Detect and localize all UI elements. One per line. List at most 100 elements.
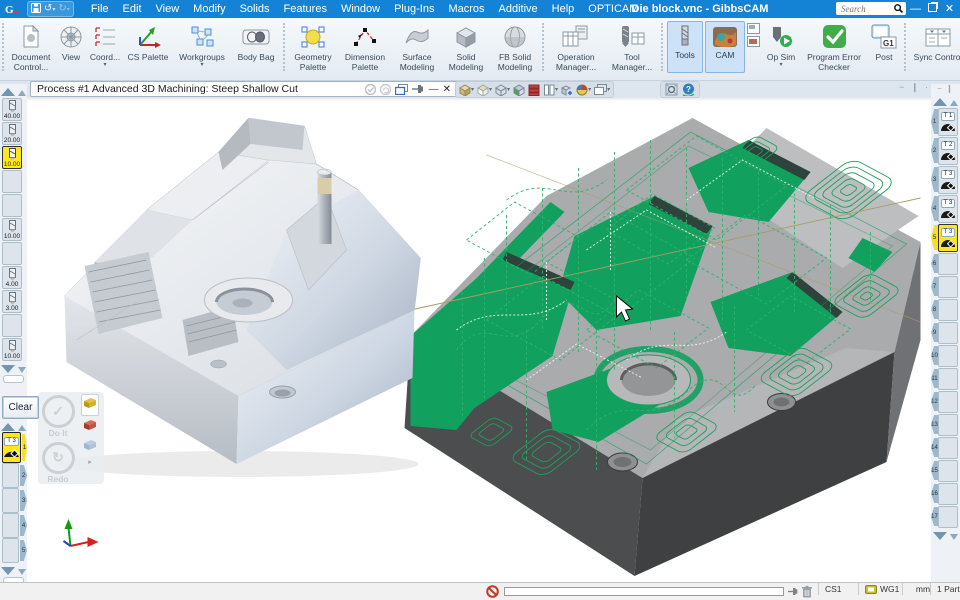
undo-button[interactable]: ↺▾ [44, 4, 55, 14]
process-scroll-down-button[interactable] [1, 567, 15, 575]
solid-modeling-button[interactable]: Solid Modeling [442, 18, 490, 72]
tool-item-2[interactable]: 20.00 [2, 122, 22, 145]
wireframe-icon[interactable]: ▾ [495, 84, 510, 96]
process-tab-4[interactable]: 4 [20, 515, 27, 536]
op-tab-2[interactable]: 2 [931, 138, 938, 163]
tool-item-3-selected[interactable]: 10.00 [2, 146, 22, 169]
save-icon[interactable] [31, 3, 41, 16]
process-scroll-bottom-button[interactable] [18, 569, 26, 575]
tools-scroll-up-button[interactable] [1, 88, 15, 96]
facet-view-icon[interactable] [513, 84, 525, 96]
ops-scroll-top-button[interactable] [950, 100, 958, 106]
collapse-icon[interactable]: — [429, 84, 439, 95]
ops-scroll-down-button[interactable] [933, 532, 947, 540]
workspace-window-controls[interactable]: − ❙ · [899, 82, 930, 93]
tool-item-5[interactable] [2, 194, 22, 217]
marker-yellow-icon[interactable] [81, 394, 99, 416]
op-tab-11[interactable]: 11 [931, 369, 938, 388]
search-input[interactable] [839, 2, 885, 15]
op-tab-4[interactable]: 4 [931, 196, 938, 221]
clear-button[interactable]: Clear [2, 396, 39, 419]
marker-blue-icon[interactable] [83, 438, 97, 456]
process-item-1-selected[interactable]: T 3 [2, 432, 21, 463]
process-tab-2[interactable]: 2 [20, 465, 27, 486]
trash-icon[interactable] [801, 583, 813, 599]
tool-item-4[interactable] [2, 170, 22, 193]
marker-red-icon[interactable] [83, 418, 97, 436]
redo-button-viewport[interactable]: ↻ [42, 442, 75, 475]
op-tab-6[interactable]: 6 [931, 254, 938, 273]
geometry-palette-button[interactable]: Geometry Palette [288, 18, 338, 72]
operation-item-12[interactable] [938, 391, 958, 413]
menu-solids[interactable]: Solids [233, 0, 277, 18]
tool-item-9[interactable]: 3.00 [2, 290, 22, 313]
split-columns-icon[interactable]: ▾ [543, 84, 558, 96]
coord-button[interactable]: Coord... ▾ [87, 18, 123, 67]
operation-item-15[interactable] [938, 460, 958, 482]
document-control-button[interactable]: Document Control... [7, 18, 55, 72]
tools-scroll-bottom-button[interactable] [18, 367, 26, 373]
interrupt-icon[interactable] [486, 583, 499, 599]
pin-status-icon[interactable] [788, 583, 799, 599]
accept-icon[interactable] [365, 84, 376, 95]
op-sim-button[interactable]: Op Sim ▾ [760, 18, 802, 67]
chevron-down-icon[interactable]: ▾ [779, 63, 782, 67]
cam-flyout-1-icon[interactable] [747, 23, 760, 34]
view-button[interactable]: View [55, 18, 87, 63]
operation-item-5-selected[interactable]: T 3 [938, 224, 958, 252]
operation-item-1[interactable]: T 1 [938, 108, 958, 136]
cam-flyout-2-icon[interactable] [747, 36, 760, 47]
layers-icon[interactable] [528, 84, 540, 96]
zoom-fit-icon[interactable] [665, 83, 678, 96]
restore-button[interactable] [924, 0, 941, 18]
render-sphere-icon[interactable]: ▾ [576, 84, 591, 96]
operation-item-17[interactable] [938, 506, 958, 528]
process-tab-3[interactable]: 3 [20, 490, 27, 511]
operation-item-8[interactable] [938, 299, 958, 321]
tools-scroll-down-button[interactable] [1, 365, 15, 373]
cam-button[interactable]: CAM [705, 21, 745, 73]
cs-palette-button[interactable]: CS Palette [123, 18, 173, 63]
surface-modeling-button[interactable]: Surface Modeling [392, 18, 442, 72]
operation-item-4[interactable]: T 3 [938, 195, 958, 223]
op-tab-8[interactable]: 8 [931, 300, 938, 319]
dimension-palette-button[interactable]: Dimension Palette [338, 18, 392, 72]
op-tab-7[interactable]: 7 [931, 277, 938, 296]
viewport-canvas[interactable] [0, 97, 960, 583]
operation-item-2[interactable]: T 2 [938, 137, 958, 165]
ops-scroll-up-button[interactable] [933, 98, 947, 106]
menu-macros[interactable]: Macros [441, 0, 491, 18]
menu-features[interactable]: Features [277, 0, 334, 18]
chevron-down-icon[interactable]: ▾ [103, 63, 106, 67]
tool-item-8[interactable]: 4.00 [2, 266, 22, 289]
op-tab-14[interactable]: 14 [931, 438, 938, 457]
coordinate-system-indicator[interactable]: CS1 [818, 583, 861, 595]
close-process-icon[interactable]: ✕ [443, 84, 451, 95]
tools-scrollbar[interactable] [3, 375, 24, 383]
process-item-4[interactable] [2, 513, 19, 538]
face-shading-icon[interactable]: ▾ [477, 84, 492, 96]
do-it-button[interactable]: ✓ [42, 395, 75, 428]
tool-item-10[interactable] [2, 314, 22, 337]
process-item-2[interactable] [2, 463, 19, 488]
shading-mode-icon[interactable]: ▾ [459, 84, 474, 96]
operation-item-16[interactable] [938, 483, 958, 505]
operation-item-7[interactable] [938, 276, 958, 298]
chevron-down-icon[interactable]: ▾ [200, 63, 203, 67]
window-arrange-icon[interactable]: ▾ [594, 84, 610, 95]
tool-manager-button[interactable]: Tool Manager... [605, 18, 659, 72]
op-tab-16[interactable]: 16 [931, 484, 938, 503]
menu-additive[interactable]: Additive [492, 0, 545, 18]
post-button[interactable]: G1 Post [866, 18, 902, 63]
help-icon[interactable]: ? [682, 83, 695, 96]
sync-control-button[interactable]: Sync Control [909, 18, 960, 63]
search-icon[interactable] [894, 4, 903, 13]
new-window-icon[interactable] [395, 84, 408, 95]
process-title-box[interactable]: Process #1 Advanced 3D Machining: Steep … [30, 81, 458, 97]
redo-button[interactable]: ↻▾ [58, 4, 69, 14]
menu-window[interactable]: Window [334, 0, 387, 18]
op-tab-10[interactable]: 10 [931, 346, 938, 365]
process-scroll-up-button[interactable] [1, 423, 15, 431]
pin-icon[interactable] [412, 84, 425, 94]
menu-plugins[interactable]: Plug-Ins [387, 0, 441, 18]
